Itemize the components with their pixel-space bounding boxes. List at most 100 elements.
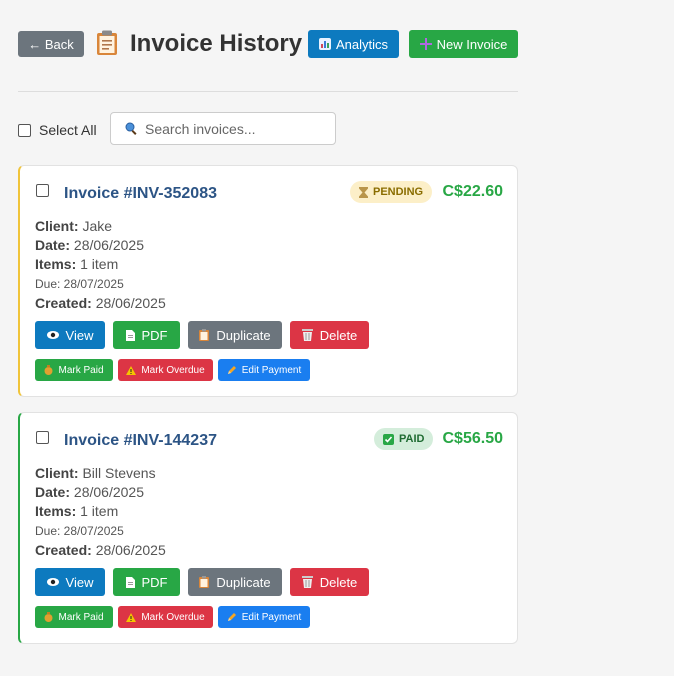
- pdf-button[interactable]: PDF: [113, 321, 180, 349]
- date-label: Date:: [35, 237, 71, 253]
- analytics-button[interactable]: Analytics: [308, 30, 399, 58]
- delete-label: Delete: [319, 327, 358, 343]
- duplicate-button[interactable]: Duplicate: [188, 321, 282, 349]
- wastebasket-icon: [301, 329, 313, 341]
- view-label: View: [65, 327, 94, 343]
- created-value: 28/06/2025: [95, 542, 166, 558]
- search-box[interactable]: [110, 112, 336, 145]
- pencil-icon: [227, 612, 237, 622]
- check-mark-icon: [383, 433, 394, 445]
- date-value: 28/06/2025: [73, 237, 144, 253]
- date-row: Date: 28/06/2025: [35, 483, 166, 502]
- plus-icon: [419, 38, 432, 50]
- items-label: Items:: [35, 256, 77, 272]
- clipboard-icon: [96, 30, 118, 56]
- date-value: 28/06/2025: [73, 484, 144, 500]
- hourglass-icon: [359, 186, 368, 198]
- status-label: PENDING: [373, 186, 424, 198]
- mark-overdue-label: Mark Overdue: [141, 611, 205, 623]
- created-row: Created: 28/06/2025: [35, 541, 166, 560]
- view-button[interactable]: View: [35, 568, 105, 596]
- page-header: ← Back Invoice History Analytics New Inv…: [18, 28, 518, 62]
- document-icon: [125, 576, 135, 588]
- items-row: Items: 1 item: [35, 502, 166, 521]
- client-label: Client:: [35, 465, 79, 481]
- duplicate-button[interactable]: Duplicate: [188, 568, 282, 596]
- invoice-amount: C$22.60: [442, 183, 504, 200]
- bar-chart-icon: [318, 38, 331, 50]
- items-value: 1 item: [80, 503, 119, 519]
- mark-paid-button[interactable]: Mark Paid: [35, 359, 113, 381]
- mark-paid-button[interactable]: Mark Paid: [35, 606, 113, 628]
- view-button[interactable]: View: [35, 321, 105, 349]
- items-label: Items:: [35, 503, 77, 519]
- invoice-card: Invoice #INV-144237 PAID C$56.50 Client:…: [18, 412, 518, 644]
- money-bag-icon: [44, 612, 53, 622]
- toolbar: Select All: [18, 112, 518, 145]
- date-row: Date: 28/06/2025: [35, 236, 166, 255]
- search-icon: [125, 122, 138, 135]
- page-title: Invoice History: [130, 30, 303, 57]
- eye-icon: [46, 331, 59, 339]
- invoice-title[interactable]: Invoice #INV-352083: [64, 185, 217, 203]
- duplicate-label: Duplicate: [216, 327, 271, 343]
- edit-payment-label: Edit Payment: [241, 611, 302, 623]
- created-value: 28/06/2025: [95, 295, 166, 311]
- edit-payment-button[interactable]: Edit Payment: [218, 359, 310, 381]
- invoice-details: Client: Bill Stevens Date: 28/06/2025 It…: [35, 464, 166, 560]
- warning-icon: [126, 612, 137, 622]
- created-label: Created:: [35, 542, 92, 558]
- invoice-checkbox[interactable]: [36, 184, 49, 197]
- money-bag-icon: [44, 365, 53, 375]
- status-badge: PENDING: [350, 181, 433, 203]
- delete-label: Delete: [319, 574, 358, 590]
- invoice-details: Client: Jake Date: 28/06/2025 Items: 1 i…: [35, 217, 166, 313]
- client-row: Client: Bill Stevens: [35, 464, 166, 483]
- items-row: Items: 1 item: [35, 255, 166, 274]
- invoice-card: Invoice #INV-352083 PENDING C$22.60 Clie…: [18, 165, 518, 397]
- view-label: View: [65, 574, 94, 590]
- new-invoice-label: New Invoice: [436, 36, 508, 52]
- delete-button[interactable]: Delete: [290, 321, 369, 349]
- items-value: 1 item: [80, 256, 119, 272]
- select-all[interactable]: Select All: [18, 122, 97, 138]
- edit-payment-label: Edit Payment: [241, 364, 302, 376]
- client-row: Client: Jake: [35, 217, 166, 236]
- search-input[interactable]: [145, 120, 325, 137]
- due-date: Due: 28/07/2025: [35, 524, 124, 538]
- mark-overdue-button[interactable]: Mark Overdue: [118, 359, 213, 381]
- invoice-actions: View PDF Duplicate Delete: [35, 321, 369, 349]
- client-label: Client:: [35, 218, 79, 234]
- date-label: Date:: [35, 484, 71, 500]
- created-row: Created: 28/06/2025: [35, 294, 166, 313]
- document-icon: [125, 329, 135, 341]
- client-value: Bill Stevens: [82, 465, 156, 481]
- new-invoice-button[interactable]: New Invoice: [409, 30, 518, 58]
- wastebasket-icon: [301, 576, 313, 588]
- created-label: Created:: [35, 295, 92, 311]
- status-badge: PAID: [374, 428, 434, 450]
- clipboard-icon: [199, 576, 210, 588]
- header-divider: [18, 91, 518, 92]
- pdf-button[interactable]: PDF: [113, 568, 180, 596]
- delete-button[interactable]: Delete: [290, 568, 369, 596]
- client-value: Jake: [82, 218, 113, 234]
- invoice-title[interactable]: Invoice #INV-144237: [64, 432, 217, 450]
- pdf-label: PDF: [141, 327, 168, 343]
- eye-icon: [46, 578, 59, 586]
- duplicate-label: Duplicate: [216, 574, 271, 590]
- due-date: Due: 28/07/2025: [35, 277, 124, 291]
- mark-paid-label: Mark Paid: [58, 611, 104, 623]
- invoice-actions: View PDF Duplicate Delete: [35, 568, 369, 596]
- invoice-checkbox[interactable]: [36, 431, 49, 444]
- invoice-amount: C$56.50: [442, 430, 504, 447]
- back-button[interactable]: ← Back: [18, 31, 84, 57]
- warning-icon: [126, 365, 137, 375]
- mark-overdue-button[interactable]: Mark Overdue: [118, 606, 213, 628]
- clipboard-icon: [199, 329, 210, 341]
- mark-overdue-label: Mark Overdue: [141, 364, 205, 376]
- edit-payment-button[interactable]: Edit Payment: [218, 606, 310, 628]
- status-label: PAID: [399, 433, 425, 445]
- select-all-checkbox[interactable]: [18, 123, 31, 137]
- pdf-label: PDF: [141, 574, 168, 590]
